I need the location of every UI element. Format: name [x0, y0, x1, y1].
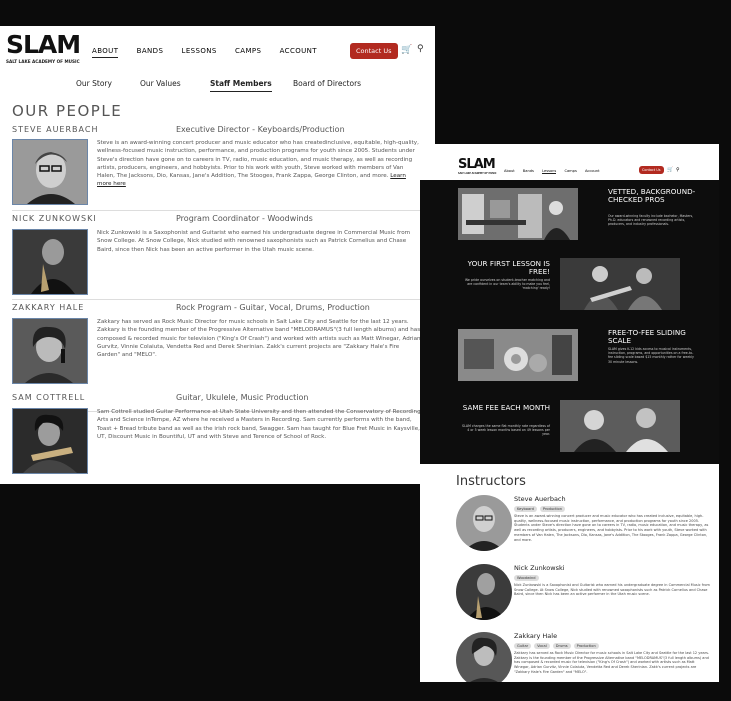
instructor-name: Nick Zunkowski	[514, 564, 565, 572]
instructor-card: Nick Zunkowski Woodwind Nick Zunkowski i…	[456, 564, 714, 624]
person-photo	[12, 139, 88, 205]
feature-title: SAME FEE EACH MONTH	[462, 403, 550, 412]
feature-card: VETTED, BACKGROUND-CHECKED PROS Our awar…	[420, 184, 719, 244]
tab-our-values[interactable]: Our Values	[140, 79, 181, 88]
main-nav: ABOUT BANDS LESSONS CAMPS ACCOUNT	[92, 47, 333, 58]
nav-about[interactable]: ABOUT	[92, 47, 119, 58]
nav-bands[interactable]: Bands	[523, 169, 534, 173]
slam-logo[interactable]: SLAM	[458, 158, 496, 172]
nav-camps[interactable]: CAMPS	[235, 47, 261, 55]
person-name: STEVE AUERBACH	[12, 125, 99, 134]
nav-lessons[interactable]: Lessons	[542, 169, 557, 174]
nav-camps[interactable]: Camps	[564, 169, 576, 173]
instructor-card: Steve Auerbach Keyboard Production Steve …	[456, 495, 714, 555]
tab-our-story[interactable]: Our Story	[76, 79, 112, 88]
instructor-tags: Keyboard Production	[514, 506, 568, 512]
instructor-card: Zakkary Hale Guitar Vocal Drums Production …	[456, 632, 714, 682]
tag-badge: Keyboard	[514, 506, 537, 512]
instructors-heading: Instructors	[456, 474, 526, 489]
person-bio: Nick Zunkowski is a Saxophonist and Guit…	[97, 230, 411, 253]
feature-image	[560, 258, 680, 310]
person-photo	[12, 318, 88, 384]
nav-bands[interactable]: BANDS	[137, 47, 164, 55]
logo-tagline: SALT LAKE ACADEMY OF MUSIC	[458, 172, 497, 175]
main-nav: About Bands Lessons Camps Account	[504, 169, 607, 174]
features-section: VETTED, BACKGROUND-CHECKED PROS Our awar…	[420, 180, 719, 464]
instructor-bio: Steve is an award-winning concert produc…	[514, 514, 709, 542]
tag-badge: Vocal	[534, 643, 550, 649]
feature-title: FREE-TO-FEE SLIDING SCALE	[608, 328, 686, 345]
person-photo	[12, 408, 88, 474]
page-title: OUR PEOPLE	[12, 102, 123, 120]
search-icon[interactable]: ⚲	[417, 44, 424, 54]
feature-image	[560, 400, 680, 452]
contact-us-button[interactable]: Contact Us	[639, 166, 664, 174]
divider	[12, 299, 424, 300]
person-role: Guitar, Ukulele, Music Production	[176, 393, 309, 402]
instructor-photo	[456, 495, 512, 551]
person-photo	[12, 229, 88, 295]
tag-badge: Woodwind	[514, 575, 539, 581]
person-role: Executive Director - Keyboards/Productio…	[176, 125, 345, 134]
person-role: Program Coordinator - Woodwinds	[176, 214, 313, 223]
feature-card: SAME FEE EACH MONTH SLAM charges the sam…	[420, 396, 719, 456]
divider	[12, 210, 424, 211]
instructor-bio: Nick Zunkowski is a Saxophonist and Guit…	[514, 583, 710, 597]
tag-badge: Drums	[552, 643, 571, 649]
search-icon[interactable]: ⚲	[676, 167, 680, 173]
person-bio: Sam Cottrell studied Guitar Performance …	[97, 409, 421, 440]
feature-body: Our award-winning faculty include bachel…	[608, 214, 694, 227]
instructor-photo	[456, 564, 512, 620]
feature-card: YOUR FIRST LESSON IS FREE! We pride ours…	[420, 254, 719, 314]
site-header: SLAM SALT LAKE ACADEMY OF MUSIC About Ba…	[420, 144, 719, 180]
tab-board-of-directors[interactable]: Board of Directors	[293, 79, 361, 88]
feature-title: VETTED, BACKGROUND-CHECKED PROS	[608, 187, 696, 204]
slam-logo[interactable]: SLAM	[6, 32, 81, 58]
person-name: SAM COTTRELL	[12, 393, 86, 402]
lessons-page-window: SLAM SALT LAKE ACADEMY OF MUSIC About Ba…	[420, 144, 719, 682]
instructor-name: Steve Auerbach	[514, 495, 566, 503]
cart-icon[interactable]: 🛒	[401, 45, 412, 55]
tab-staff-members[interactable]: Staff Members	[210, 79, 272, 92]
nav-account[interactable]: Account	[585, 169, 600, 173]
instructor-tags: Woodwind	[514, 575, 542, 581]
site-header: SLAM SALT LAKE ACADEMY OF MUSIC ABOUT BA…	[0, 26, 435, 72]
nav-lessons[interactable]: LESSONS	[182, 47, 217, 55]
logo-tagline: SALT LAKE ACADEMY OF MUSIC	[6, 59, 80, 64]
cart-icon[interactable]: 🛒	[667, 167, 673, 173]
feature-card: FREE-TO-FEE SLIDING SCALE SLAM gives K-1…	[420, 325, 719, 385]
nav-account[interactable]: ACCOUNT	[280, 47, 317, 55]
person-name: NICK ZUNKOWSKI	[12, 214, 97, 223]
feature-image	[458, 329, 578, 381]
instructor-bio: Zakkary has served as Rock Music Directo…	[514, 651, 710, 674]
person-name: ZAKKARY HALE	[12, 303, 85, 312]
person-bio-text: Steve is an award-winning concert produc…	[97, 140, 419, 180]
contact-us-button[interactable]: Contact Us	[350, 43, 398, 59]
person-bio: Zakkary has served as Rock Music Directo…	[97, 319, 421, 359]
feature-body: SLAM charges the same flat monthly rate …	[462, 424, 550, 437]
feature-image	[458, 188, 578, 240]
tag-badge: Production	[573, 643, 599, 649]
instructor-photo	[456, 632, 512, 682]
staff-page-window: SLAM SALT LAKE ACADEMY OF MUSIC ABOUT BA…	[0, 26, 435, 484]
feature-body: We pride ourselves on student-teacher ma…	[464, 278, 550, 291]
tag-badge: Production	[539, 506, 566, 512]
feature-title: YOUR FIRST LESSON IS FREE!	[467, 259, 550, 276]
instructor-tags: Guitar Vocal Drums Production	[514, 643, 602, 649]
tag-badge: Guitar	[514, 643, 532, 649]
feature-body: SLAM gives K-12 kids access to musical i…	[608, 347, 694, 364]
nav-about[interactable]: About	[504, 169, 515, 173]
person-role: Rock Program - Guitar, Vocal, Drums, Pro…	[176, 303, 370, 312]
instructor-name: Zakkary Hale	[514, 632, 558, 640]
person-bio: Steve is an award-winning concert produc…	[97, 139, 422, 189]
